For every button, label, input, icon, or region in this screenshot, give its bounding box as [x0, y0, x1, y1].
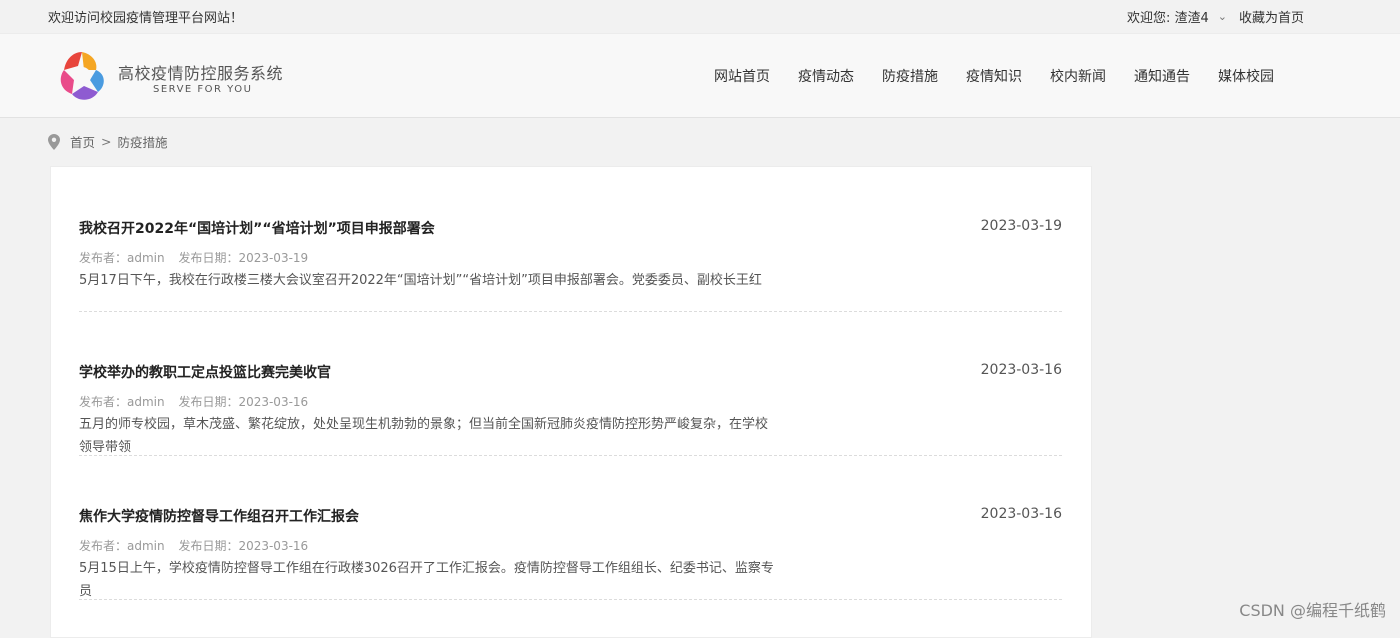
article-meta: 发布者：admin 发布日期：2023-03-16: [79, 537, 318, 554]
article-date: 2023-03-16: [980, 506, 1062, 522]
user-greeting[interactable]: 欢迎您: 渣渣4: [1127, 7, 1209, 26]
article-date: 2023-03-19: [980, 218, 1062, 234]
nav-item-home[interactable]: 网站首页: [700, 66, 784, 86]
article-summary: 5月17日下午，我校在行政楼三楼大会议室召开2022年“国培计划”“省培计划”项…: [79, 273, 762, 288]
nav-item-campus-news[interactable]: 校内新闻: [1036, 66, 1120, 86]
article-title[interactable]: 焦作大学疫情防控督导工作组召开工作汇报会: [79, 506, 359, 526]
welcome-text: 欢迎访问校园疫情管理平台网站！: [48, 11, 244, 26]
article-publish-date: 发布日期：2023-03-19: [178, 251, 309, 265]
article-publisher: 发布者：admin: [79, 539, 165, 553]
watermark: CSDN @编程千纸鹤: [1239, 601, 1386, 620]
breadcrumb-home[interactable]: 首页: [70, 132, 95, 151]
breadcrumb-current: 防疫措施: [117, 135, 168, 150]
top-bar: 欢迎访问校园疫情管理平台网站！ 欢迎您: 渣渣4 ⌄ 收藏为首页: [0, 0, 1400, 32]
brand-subtitle: SERVE FOR YOU: [153, 84, 253, 95]
top-bar-right: 欢迎您: 渣渣4 ⌄ 收藏为首页: [1127, 7, 1304, 26]
nav-item-prevention[interactable]: 防疫措施: [868, 66, 952, 86]
nav-item-knowledge[interactable]: 疫情知识: [952, 66, 1036, 86]
article-publisher: 发布者：admin: [79, 395, 165, 409]
brand-title: 高校疫情防控服务系统: [118, 64, 284, 83]
article-title[interactable]: 我校召开2022年“国培计划”“省培计划”项目申报部署会: [79, 218, 435, 238]
article-meta: 发布者：admin 发布日期：2023-03-16: [79, 393, 318, 410]
favorite-link[interactable]: 收藏为首页: [1239, 7, 1304, 26]
article-list-panel: 我校召开2022年“国培计划”“省培计划”项目申报部署会 2023-03-19 …: [50, 166, 1092, 638]
nav-item-notices[interactable]: 通知通告: [1120, 66, 1204, 86]
article-meta: 发布者：admin 发布日期：2023-03-19: [79, 249, 318, 266]
site-header: 高校疫情防控服务系统 SERVE FOR YOU 网站首页 疫情动态 防疫措施 …: [0, 33, 1400, 118]
breadcrumb-separator: >: [101, 134, 112, 149]
article-summary: 五月的师专校园，草木茂盛、繁花绽放，处处呈现生机勃勃的景象；但当前全国新冠肺炎疫…: [79, 417, 769, 455]
article-title[interactable]: 学校举办的教职工定点投篮比赛完美收官: [79, 362, 331, 382]
list-item[interactable]: 我校召开2022年“国培计划”“省培计划”项目申报部署会 2023-03-19 …: [79, 167, 1062, 312]
breadcrumb: 首页 > 防疫措施: [48, 132, 168, 151]
article-summary: 5月15日上午，学校疫情防控督导工作组在行政楼3026召开了工作汇报会。疫情防控…: [79, 561, 774, 599]
nav-item-epidemic-news[interactable]: 疫情动态: [784, 66, 868, 86]
list-item[interactable]: 学校举办的教职工定点投篮比赛完美收官 2023-03-16 发布者：admin …: [79, 311, 1062, 456]
article-publish-date: 发布日期：2023-03-16: [178, 539, 309, 553]
logo-icon[interactable]: [54, 48, 110, 104]
article-date: 2023-03-16: [980, 362, 1062, 378]
article-publisher: 发布者：admin: [79, 251, 165, 265]
nav-item-media[interactable]: 媒体校园: [1204, 66, 1288, 86]
list-item[interactable]: 焦作大学疫情防控督导工作组召开工作汇报会 2023-03-16 发布者：admi…: [79, 455, 1062, 600]
chevron-down-icon[interactable]: ⌄: [1218, 10, 1227, 23]
main-nav: 网站首页 疫情动态 防疫措施 疫情知识 校内新闻 通知通告 媒体校园: [700, 66, 1288, 86]
article-publish-date: 发布日期：2023-03-16: [178, 395, 309, 409]
location-pin-icon: [48, 133, 60, 150]
